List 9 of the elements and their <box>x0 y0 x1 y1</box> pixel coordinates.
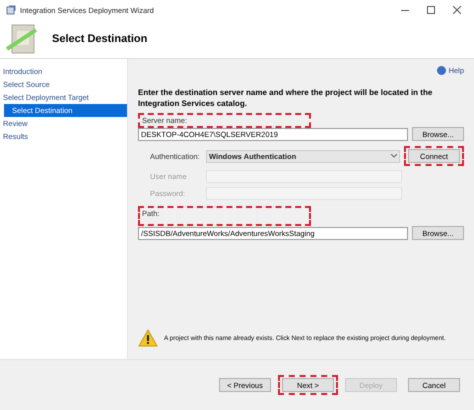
instruction-text: Enter the destination server name and where the project will be located in the Integration Services catalog. <box>138 87 434 109</box>
maximize-icon[interactable] <box>427 6 435 14</box>
close-icon[interactable] <box>453 6 461 14</box>
warning-icon <box>138 329 158 347</box>
page-heading: Select Destination <box>52 33 148 45</box>
app-icon <box>6 5 16 15</box>
chevron-down-icon <box>391 154 397 158</box>
wizard-icon <box>6 23 38 55</box>
help-icon <box>436 66 446 74</box>
